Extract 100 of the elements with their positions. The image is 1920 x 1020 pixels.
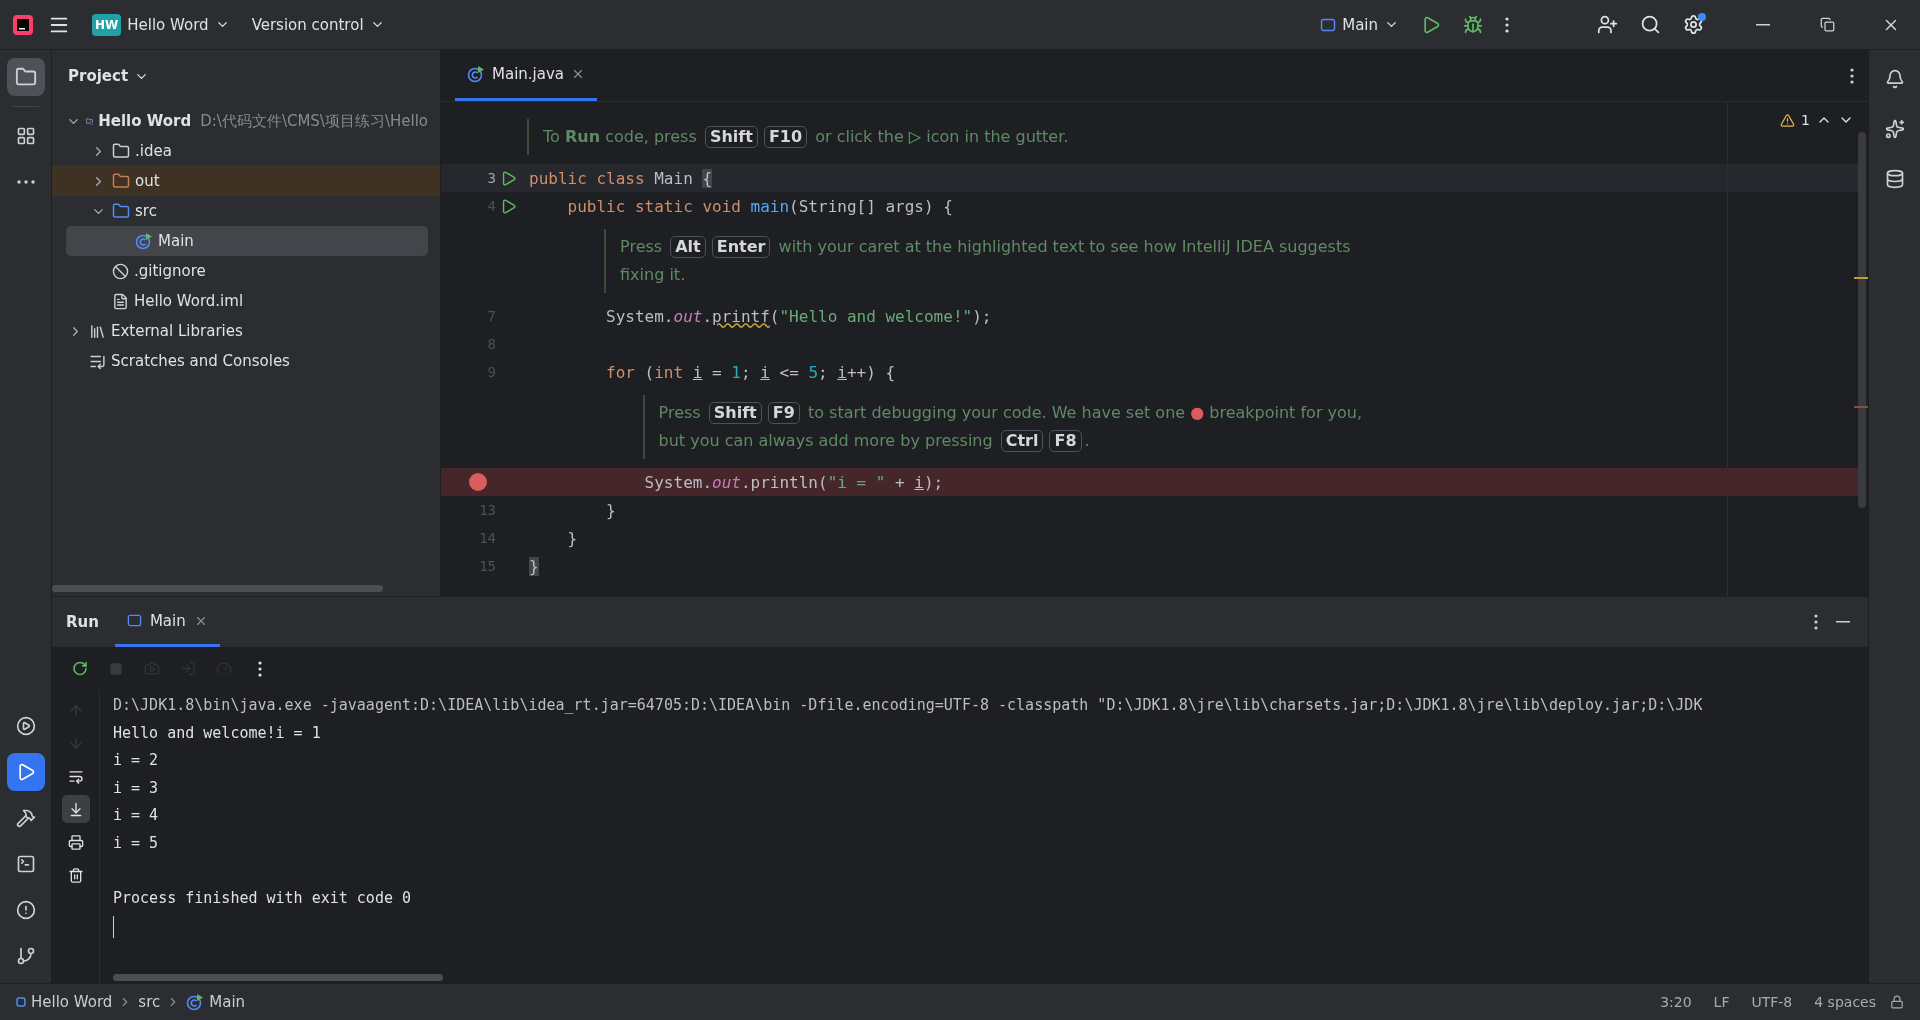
- run-icon: [1421, 14, 1441, 35]
- toolbar-button[interactable]: [61, 795, 90, 823]
- tool-window-button[interactable]: [6, 753, 45, 791]
- warning-marker[interactable]: [1854, 277, 1868, 279]
- console-line: i = 5: [113, 832, 160, 854]
- terminal-icon: [15, 854, 36, 874]
- hint-text: Press Alt Enter with your caret at the highlighted text to see how IntelliJ IDEA suggests fixing it.: [604, 229, 1370, 293]
- tab-label: Main.java: [492, 65, 564, 83]
- class-icon: [467, 65, 485, 83]
- breadcrumb[interactable]: src: [138, 993, 161, 1011]
- search-icon: [1640, 14, 1661, 35]
- structure-icon: [15, 126, 36, 146]
- tree-item-label: Hello Word.iml: [134, 292, 244, 310]
- more-icon: [1505, 16, 1509, 33]
- database-icon: [1884, 169, 1905, 189]
- folder-icon: [14, 66, 37, 88]
- code-line: System.out.println("i = " + i);: [643, 472, 945, 492]
- code-line: }: [566, 528, 579, 548]
- hammer-icon: [15, 808, 36, 828]
- class-icon: [186, 993, 205, 1011]
- tree-item-label: External Libraries: [111, 322, 243, 340]
- scrollbar-thumb[interactable]: [1858, 132, 1866, 508]
- breadcrumb[interactable]: Main: [186, 993, 246, 1011]
- folder-icon: [112, 172, 130, 190]
- code-line: public class Main {: [528, 168, 714, 188]
- warning-count[interactable]: 1: [1801, 112, 1810, 128]
- editor-tab[interactable]: Main.java: [455, 50, 597, 101]
- console-line: i = 3: [113, 777, 160, 799]
- console-line: i = 4: [113, 805, 160, 826]
- bell-icon: [1884, 69, 1905, 89]
- code-line: for (int i = 1; i <= 5; i++) {: [605, 362, 897, 382]
- breakpoint-icon[interactable]: [469, 473, 487, 491]
- branch-icon: [15, 946, 36, 966]
- tree-item[interactable]: .idea: [52, 136, 428, 166]
- panel-title: Run: [66, 612, 100, 633]
- lock-icon[interactable]: [1890, 995, 1904, 1009]
- minimize-icon: [1836, 621, 1850, 623]
- sparkle-icon: [1884, 119, 1905, 139]
- more-icon: [1850, 67, 1854, 84]
- module-path: D:\代码文件\CMS\项目练习\Hello: [200, 111, 428, 131]
- user-plus-icon: [1597, 14, 1618, 35]
- library-icon: [89, 322, 106, 340]
- bug-icon: [1463, 14, 1483, 35]
- tab-label: Main: [149, 611, 186, 630]
- run-icon[interactable]: [500, 197, 517, 215]
- status-widget[interactable]: 3:20: [1652, 994, 1700, 1010]
- restore-icon: [1819, 17, 1835, 32]
- code-line: System.out.printf("Hello and welcome!");: [605, 306, 993, 326]
- scrollbar-thumb[interactable]: [52, 585, 383, 592]
- scrollbar-thumb[interactable]: [113, 974, 443, 981]
- status-widget[interactable]: LF: [1705, 994, 1738, 1010]
- tree-item-label: Main: [158, 232, 194, 250]
- console-line: i = 2: [113, 750, 160, 771]
- settings-icon: [1683, 14, 1704, 35]
- line-number: 3: [486, 170, 496, 186]
- breakpoint-marker[interactable]: [1854, 406, 1868, 408]
- config-icon: [126, 613, 142, 628]
- more-icon: [1814, 614, 1818, 630]
- code-line: public static void main(String[] args) {: [566, 196, 954, 216]
- notification-dot: [1698, 12, 1706, 21]
- console-line: D:\JDK1.8\bin\java.exe -javaagent:D:\IDEA\lib\idea_rt.jar=64705:D:\IDEA\bin -Dfile.encoding=UTF-8 -classpath "D:\JDK1.8\jre\lib\charsets.jar;D:\JDK1.8\jre\lib\deploy.jar;D:\JDK: [113, 695, 1704, 716]
- run-icon[interactable]: [500, 169, 517, 187]
- module-icon: [16, 997, 26, 1007]
- vcs-menu[interactable]: Version control: [243, 6, 393, 43]
- tree-item-label: out: [135, 172, 160, 190]
- hint-text: Press Shift F9 to start debugging your code. We have set one ● breakpoint for you, but you can always add more by pressing Ctrl F8 .: [642, 395, 1408, 459]
- config-icon: [1320, 16, 1337, 33]
- breadcrumb[interactable]: Hello Word: [16, 993, 113, 1011]
- app-logo[interactable]: [12, 13, 34, 36]
- more-icon: [16, 180, 35, 184]
- tree-item[interactable]: Hello Word D:\代码文件\CMS\项目练习\Hello: [52, 106, 428, 136]
- tree-item[interactable]: .gitignore: [52, 256, 428, 286]
- status-widget[interactable]: 4 spaces: [1806, 994, 1884, 1010]
- folder-icon: [112, 202, 130, 220]
- tree-item-label: .gitignore: [134, 262, 206, 280]
- project-badge: HW: [92, 13, 122, 36]
- code-line: }: [605, 500, 617, 520]
- console-line: Hello and welcome!i = 1: [113, 722, 322, 744]
- file-icon: [112, 292, 129, 310]
- tree-item[interactable]: Scratches and Consoles: [52, 346, 428, 376]
- tree-item[interactable]: Main: [66, 226, 428, 256]
- ignore-file-icon: [112, 262, 129, 280]
- status-widget[interactable]: UTF-8: [1743, 994, 1801, 1010]
- services-icon: [15, 716, 36, 736]
- console-line: Process finished with exit code 0: [113, 887, 412, 909]
- run-config-selector[interactable]: Main: [1312, 6, 1407, 43]
- tree-item[interactable]: External Libraries: [52, 316, 428, 346]
- close-icon[interactable]: [571, 67, 585, 81]
- tree-item-label: Scratches and Consoles: [111, 352, 290, 370]
- tree-item[interactable]: Hello Word.iml: [52, 286, 428, 316]
- tool-window-button[interactable]: [6, 58, 45, 96]
- trash-icon: [67, 866, 84, 884]
- print-icon: [67, 833, 84, 851]
- class-icon: [135, 232, 153, 250]
- project-switcher[interactable]: HW Hello Word: [84, 6, 238, 43]
- project-view-selector[interactable]: Project: [52, 50, 166, 102]
- tree-item[interactable]: out: [52, 166, 440, 196]
- warning-icon[interactable]: [1780, 112, 1796, 128]
- tree-item[interactable]: src: [52, 196, 428, 226]
- folder-icon: [112, 142, 130, 160]
